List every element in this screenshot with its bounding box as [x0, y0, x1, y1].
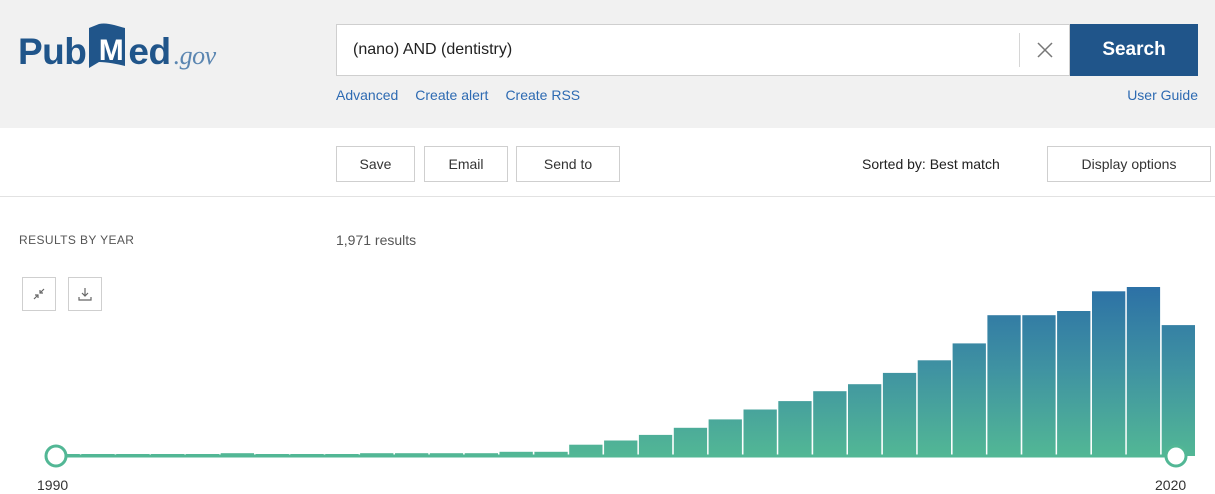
- search-input[interactable]: [337, 25, 1019, 75]
- year-bar[interactable]: [813, 391, 847, 456]
- email-button[interactable]: Email: [424, 146, 508, 182]
- clear-search-button[interactable]: [1020, 25, 1070, 75]
- sort-label[interactable]: Sorted by: Best match: [862, 156, 1000, 172]
- send-to-button[interactable]: Send to: [516, 146, 620, 182]
- year-bar[interactable]: [743, 409, 777, 457]
- year-bar[interactable]: [604, 440, 638, 457]
- year-bar[interactable]: [1161, 325, 1195, 456]
- year-bar[interactable]: [673, 427, 708, 456]
- year-bar[interactable]: [1092, 291, 1126, 456]
- range-end-label: 2020: [1155, 477, 1187, 493]
- create-rss-link[interactable]: Create RSS: [505, 87, 580, 103]
- year-bar[interactable]: [1126, 287, 1161, 456]
- logo-pub: Pub: [18, 31, 87, 72]
- advanced-link[interactable]: Advanced: [336, 87, 398, 103]
- pubmed-logo[interactable]: Pub M ed .gov: [18, 23, 217, 72]
- range-start-label: 1990: [37, 477, 69, 493]
- display-options-button[interactable]: Display options: [1047, 146, 1211, 182]
- range-start-handle[interactable]: [44, 444, 68, 468]
- close-icon: [1037, 42, 1053, 58]
- create-alert-link[interactable]: Create alert: [415, 87, 488, 103]
- logo-ed: ed: [128, 31, 171, 72]
- results-by-year-chart: [44, 287, 1195, 468]
- search-links: Advanced Create alert Create RSS: [336, 87, 580, 103]
- year-bar[interactable]: [987, 315, 1021, 456]
- logo-m: M: [99, 34, 124, 67]
- save-button[interactable]: Save: [336, 146, 415, 182]
- year-bar[interactable]: [708, 419, 742, 456]
- year-bar[interactable]: [952, 343, 986, 456]
- year-bar[interactable]: [1022, 315, 1056, 456]
- year-bar[interactable]: [569, 444, 603, 456]
- year-bar[interactable]: [848, 384, 882, 456]
- logo-gov: .gov: [173, 41, 217, 70]
- search-box: [336, 24, 1070, 76]
- toolbar-divider: [0, 196, 1215, 197]
- year-bar[interactable]: [1057, 311, 1091, 456]
- results-count: 1,971 results: [336, 232, 417, 248]
- logo-m-bookmark-icon: M: [87, 23, 127, 68]
- year-bar[interactable]: [638, 434, 673, 456]
- range-end-handle[interactable]: [1164, 444, 1188, 468]
- year-bar[interactable]: [778, 401, 812, 456]
- year-bar[interactable]: [917, 360, 951, 456]
- user-guide-link[interactable]: User Guide: [1127, 87, 1198, 103]
- search-button[interactable]: Search: [1070, 24, 1198, 76]
- results-by-year-label: RESULTS BY YEAR: [19, 233, 135, 247]
- year-bar[interactable]: [882, 372, 917, 456]
